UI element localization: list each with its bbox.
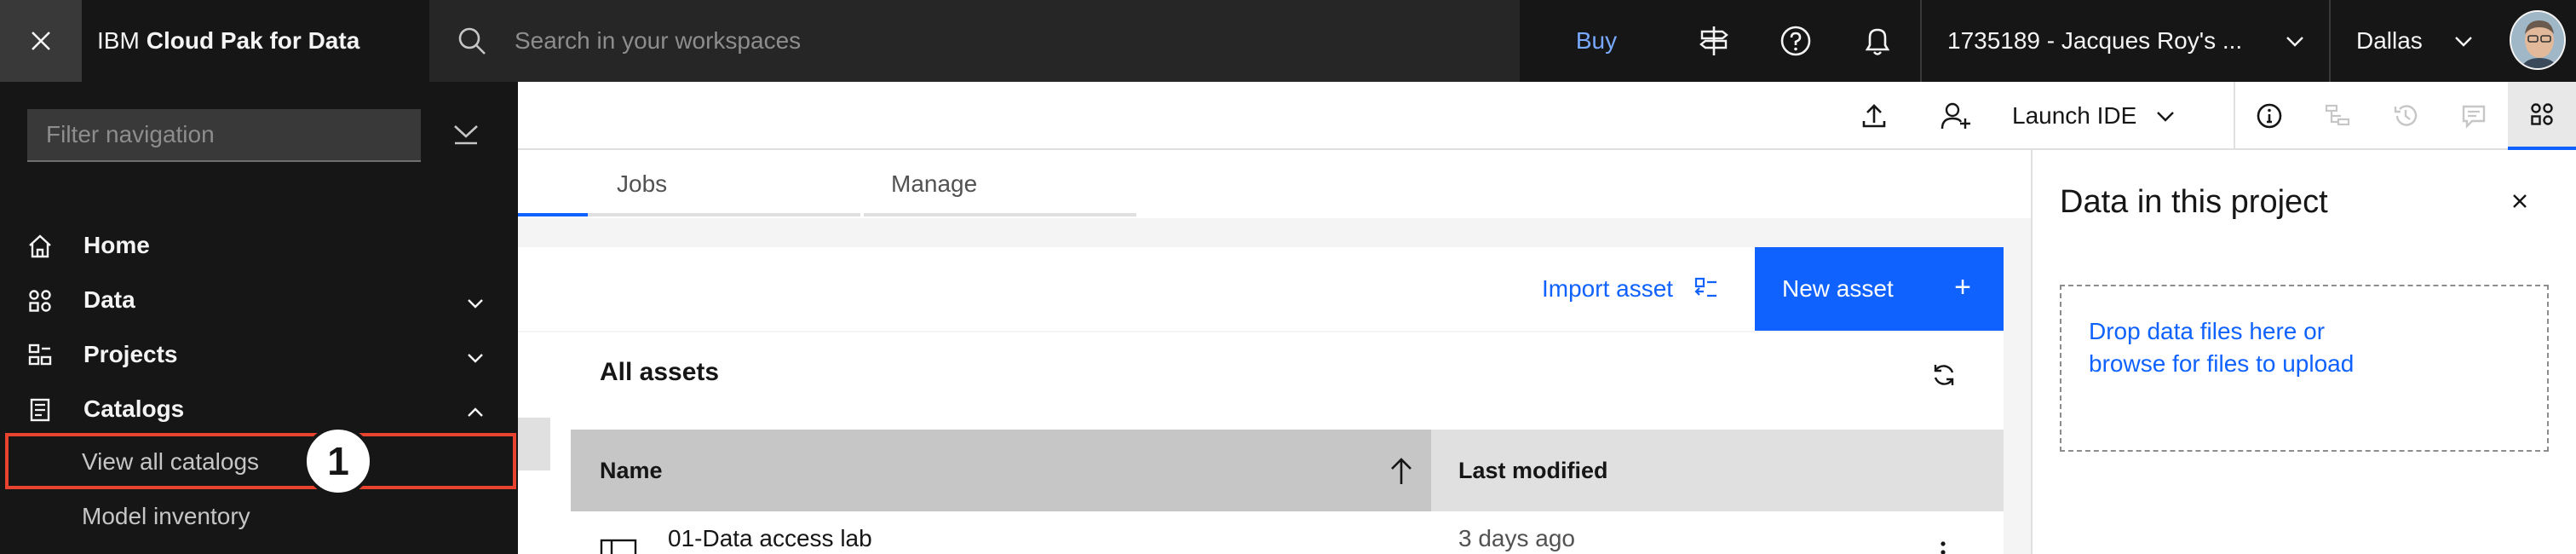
active-tab-indicator <box>518 213 588 216</box>
catalogs-icon <box>30 398 50 422</box>
plus-icon: + <box>1954 271 1971 303</box>
filter-navigation-input[interactable] <box>27 109 421 162</box>
nav-item-label: Home <box>83 232 150 258</box>
comment-icon <box>2462 105 2486 129</box>
chevron-down-icon <box>468 354 483 363</box>
comments-button[interactable] <box>2440 82 2508 150</box>
tab-manage[interactable]: Manage <box>891 150 977 218</box>
column-name-label: Name <box>600 457 663 483</box>
import-asset-label: Import asset <box>1542 275 1674 302</box>
info-icon <box>2257 103 2282 129</box>
close-nav-button[interactable] <box>0 0 82 82</box>
product-name[interactable]: IBM Cloud Pak for Data <box>97 0 359 82</box>
notifications-button[interactable] <box>1837 0 1918 82</box>
avatar[interactable] <box>2510 10 2566 70</box>
data-icon <box>2531 103 2553 125</box>
signpost-icon <box>1699 26 1728 55</box>
add-collaborator-button[interactable] <box>1915 82 1997 150</box>
drop-zone-text-line1: Drop data files here or <box>2089 318 2326 344</box>
search-icon <box>458 27 486 55</box>
data-panel-button[interactable] <box>2508 82 2576 150</box>
nav-item-home[interactable]: Home <box>0 218 518 273</box>
region-switcher[interactable]: Dallas <box>2329 0 2496 82</box>
step-callout-badge: 1 <box>303 426 373 496</box>
nav-item-catalogs[interactable]: Catalogs <box>0 382 518 436</box>
info-button[interactable] <box>2235 82 2303 150</box>
nav-item-data[interactable]: Data <box>0 273 518 327</box>
upload-button[interactable] <box>1833 82 1915 150</box>
chevron-down-icon <box>468 299 483 309</box>
data-icon <box>29 290 51 312</box>
close-icon <box>32 32 50 50</box>
chevron-down-icon <box>2157 112 2175 122</box>
lineage-icon <box>2325 104 2350 126</box>
home-icon <box>29 234 51 258</box>
chevron-down-icon <box>2286 37 2303 47</box>
collapse-all-icon[interactable] <box>451 121 480 147</box>
file-drop-zone[interactable]: Drop data files here or browse for files… <box>2060 285 2549 452</box>
chevron-down-icon <box>2455 37 2472 47</box>
refresh-icon[interactable] <box>1930 361 1958 389</box>
asset-last-modified: 3 days ago <box>1458 525 1575 551</box>
new-asset-button[interactable]: New asset + <box>1755 247 2004 331</box>
tab-jobs[interactable]: Jobs <box>617 150 667 218</box>
column-modified-label: Last modified <box>1458 457 1608 483</box>
lineage-button[interactable] <box>2303 82 2372 150</box>
column-header-last-modified[interactable]: Last modified <box>1431 430 2004 511</box>
close-icon[interactable] <box>2510 191 2530 211</box>
signpost-button[interactable] <box>1673 0 1755 82</box>
side-panel-toggles <box>2234 82 2576 150</box>
column-header-name[interactable]: Name <box>571 430 1431 511</box>
bell-icon <box>1865 28 1890 55</box>
all-assets-heading: All assets <box>600 358 720 386</box>
launch-ide-label: Launch IDE <box>2012 102 2137 129</box>
add-user-icon <box>1941 102 1970 130</box>
asset-name-link[interactable]: 01-Data access lab <box>668 525 872 552</box>
history-button[interactable] <box>2372 82 2440 150</box>
account-label: 1735189 - Jacques Roy's ... <box>1947 27 2243 54</box>
chevron-up-icon <box>468 407 483 417</box>
notebook-icon <box>600 539 637 554</box>
sort-ascending-icon <box>1391 458 1412 484</box>
nav-item-label: Catalogs <box>83 395 185 422</box>
upload-icon <box>1862 104 1886 128</box>
history-icon <box>2394 105 2418 126</box>
launch-ide-menu[interactable]: Launch IDE <box>2012 82 2176 150</box>
projects-icon <box>28 343 52 366</box>
buy-link[interactable]: Buy <box>1520 0 1673 82</box>
nav-subitem-model-inventory[interactable]: Model inventory <box>82 503 250 530</box>
nav-item-label: Projects <box>83 341 178 367</box>
project-tabs <box>518 150 2031 218</box>
nav-item-projects[interactable]: Projects <box>0 327 518 382</box>
side-panel-title: Data in this project <box>2060 184 2328 220</box>
region-label: Dallas <box>2356 27 2423 54</box>
brand-prefix: IBM <box>97 27 140 54</box>
overflow-menu-icon[interactable] <box>1939 540 1947 554</box>
browse-files-link[interactable]: browse for files to upload <box>2089 348 2520 380</box>
import-asset-button[interactable]: Import asset <box>1542 247 1719 331</box>
help-button[interactable] <box>1755 0 1837 82</box>
import-icon <box>1694 277 1717 297</box>
help-icon <box>1780 26 1811 56</box>
asset-type-selected-row[interactable] <box>518 418 550 470</box>
new-asset-label: New asset <box>1782 275 1894 302</box>
brand-name: Cloud Pak for Data <box>146 27 360 54</box>
search-input[interactable] <box>515 19 1494 63</box>
account-switcher[interactable]: 1735189 - Jacques Roy's ... <box>1920 0 2329 82</box>
nav-item-label: Data <box>83 286 135 313</box>
tutorial-highlight-box <box>5 433 516 489</box>
